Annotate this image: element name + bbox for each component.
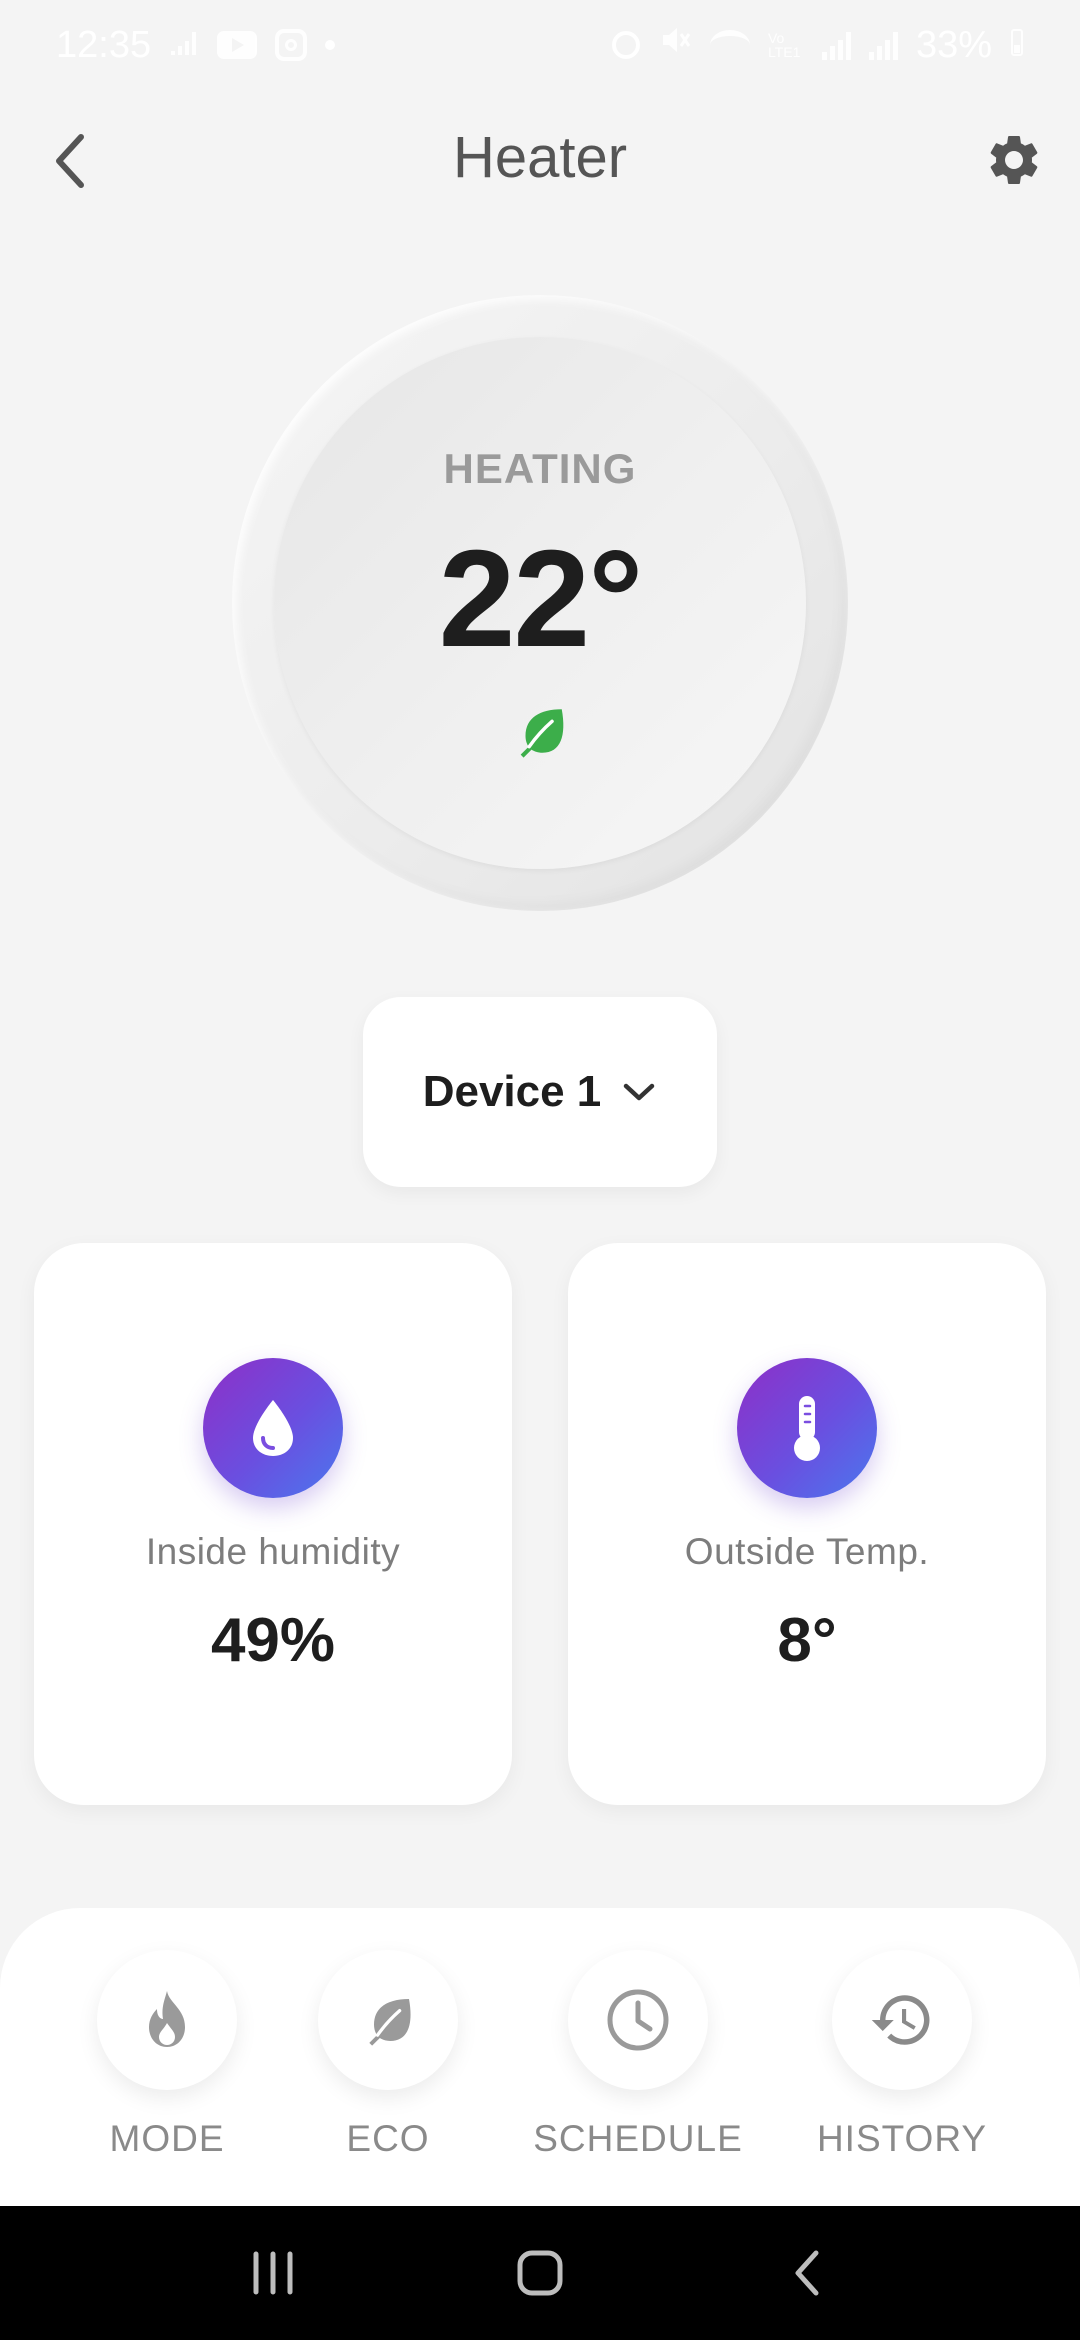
- signal-icon: [868, 30, 898, 60]
- system-back-button[interactable]: [762, 2228, 852, 2318]
- home-button[interactable]: [495, 2228, 585, 2318]
- header: Heater: [0, 100, 1080, 220]
- battery-percent: 33%: [915, 23, 992, 66]
- thermometer-icon: [737, 1358, 877, 1498]
- target-temperature: 22°: [438, 522, 644, 676]
- humidity-label: Inside humidity: [145, 1531, 401, 1572]
- signal-icon: [821, 30, 851, 60]
- recent-apps-icon: [253, 2251, 293, 2295]
- status-right: Vo LTE1 33%: [611, 23, 1024, 67]
- droplet-icon: [203, 1358, 343, 1498]
- history-label: HISTORY: [816, 2118, 988, 2159]
- schedule-button[interactable]: [568, 1950, 708, 2090]
- humidity-value: 49%: [210, 1606, 336, 1675]
- heater-screen: 12:35 Vo LTE1 33% Heater HEATING 22° Dev…: [0, 0, 1080, 2340]
- eco-label: ECO: [346, 2118, 430, 2159]
- battery-icon: [1010, 24, 1024, 67]
- device-dropdown[interactable]: Device 1: [363, 997, 717, 1187]
- eco-button[interactable]: [318, 1950, 458, 2090]
- history-icon: [871, 1995, 930, 2045]
- back-icon: [795, 2250, 819, 2296]
- history-action[interactable]: HISTORY: [782, 1950, 1022, 2190]
- outside-temp-value: 8°: [777, 1606, 837, 1675]
- heating-status: HEATING: [443, 445, 637, 492]
- bottom-action-panel: MODE ECO SCHEDULE HISTORY: [0, 1908, 1080, 2206]
- status-bar: 12:35 Vo LTE1 33%: [0, 0, 1080, 90]
- status-time: 12:35: [56, 23, 152, 66]
- status-left: 12:35: [56, 23, 336, 67]
- outside-temp-card[interactable]: Outside Temp. 8°: [568, 1243, 1046, 1805]
- settings-button[interactable]: [978, 124, 1050, 196]
- instagram-icon: [275, 29, 308, 61]
- leaf-icon: [369, 1999, 411, 2046]
- system-nav-bar: [0, 2206, 1080, 2340]
- network-type: Vo LTE1: [767, 30, 801, 60]
- schedule-action[interactable]: SCHEDULE: [518, 1950, 758, 2190]
- gear-icon: [990, 136, 1038, 184]
- chevron-down-icon: [624, 1083, 655, 1101]
- alarm-icon: [611, 31, 640, 59]
- history-button[interactable]: [832, 1950, 972, 2090]
- leaf-icon: [520, 709, 564, 758]
- youtube-icon: [217, 31, 258, 59]
- mute-icon: [658, 23, 692, 67]
- flame-icon: [149, 1991, 185, 2047]
- schedule-label: SCHEDULE: [533, 2118, 743, 2159]
- wifi-call-icon: [169, 24, 199, 67]
- page-title: Heater: [452, 125, 628, 190]
- mode-button[interactable]: [97, 1950, 237, 2090]
- device-selected-label: Device 1: [422, 1067, 602, 1116]
- inside-humidity-card[interactable]: Inside humidity 49%: [34, 1243, 512, 1805]
- recent-apps-button[interactable]: [228, 2228, 318, 2318]
- notification-dot-icon: [325, 40, 336, 50]
- wifi-icon: [709, 30, 750, 60]
- home-icon: [517, 2250, 563, 2296]
- eco-action[interactable]: ECO: [268, 1950, 508, 2190]
- outside-temp-label: Outside Temp.: [684, 1531, 930, 1572]
- clock-icon: [607, 1989, 669, 2051]
- mode-label: MODE: [109, 2118, 225, 2159]
- mode-action[interactable]: MODE: [47, 1950, 287, 2190]
